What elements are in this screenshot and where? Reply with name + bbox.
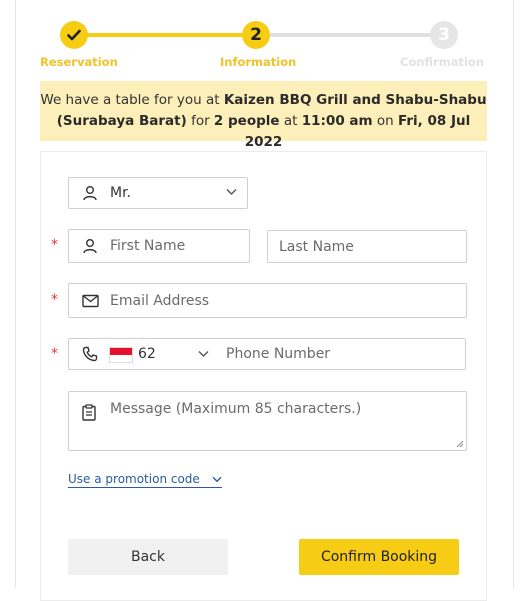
user-icon (83, 186, 97, 201)
reservation-time: 11:00 am (301, 113, 373, 129)
user-icon (83, 239, 97, 254)
step-information-label: Information (220, 55, 297, 69)
last-name-placeholder: Last Name (279, 238, 354, 255)
first-name-field[interactable]: First Name (68, 229, 250, 263)
clipboard-icon (82, 404, 96, 421)
step-reservation-label: Reservation (40, 55, 118, 69)
chevron-down-icon[interactable] (198, 350, 209, 358)
step-track-complete (75, 33, 256, 37)
last-name-field[interactable]: Last Name (267, 230, 467, 263)
party-size: 2 people (213, 113, 280, 129)
reservation-summary-banner: We have a table for you at Kaizen BBQ Gr… (40, 81, 487, 150)
step-reservation-marker (60, 21, 88, 49)
promotion-code-label: Use a promotion code (68, 472, 200, 486)
chevron-down-icon (212, 476, 222, 483)
phone-field[interactable]: 62 Phone Number (68, 338, 466, 370)
resize-grip-icon[interactable] (455, 439, 464, 448)
page-frame-left (15, 0, 16, 588)
message-textarea[interactable]: Message (Maximum 85 characters.) (68, 391, 467, 451)
check-icon (67, 29, 81, 41)
step-information-marker: 2 (242, 21, 270, 49)
message-placeholder: Message (Maximum 85 characters.) (110, 401, 362, 417)
mail-icon (82, 294, 99, 307)
promotion-code-link[interactable]: Use a promotion code (68, 472, 222, 488)
confirm-booking-button[interactable]: Confirm Booking (299, 539, 459, 575)
banner-prefix: We have a table for you at (40, 92, 220, 108)
salutation-value: Mr. (110, 185, 131, 201)
banner-at: at (283, 113, 298, 129)
email-required-mark: * (51, 292, 58, 308)
phone-icon (82, 346, 98, 362)
salutation-select[interactable]: Mr. (68, 177, 248, 209)
banner-for: for (191, 113, 210, 129)
first-name-placeholder: First Name (110, 238, 186, 254)
chevron-down-icon (226, 189, 237, 195)
step-confirmation-label: Confirmation (400, 55, 484, 69)
email-field[interactable]: Email Address (68, 283, 467, 318)
email-placeholder: Email Address (110, 292, 210, 309)
banner-on: on (376, 113, 394, 129)
page-frame-right (513, 0, 514, 588)
step-track-pending (256, 33, 444, 37)
phone-placeholder: Phone Number (226, 346, 331, 362)
country-code: 62 (138, 346, 156, 362)
first-name-required-mark: * (51, 237, 58, 253)
guest-info-form (40, 151, 487, 601)
indonesia-flag-icon (109, 347, 133, 363)
step-confirmation-marker: 3 (430, 21, 458, 49)
back-button[interactable]: Back (68, 539, 228, 575)
phone-required-mark: * (51, 346, 58, 362)
